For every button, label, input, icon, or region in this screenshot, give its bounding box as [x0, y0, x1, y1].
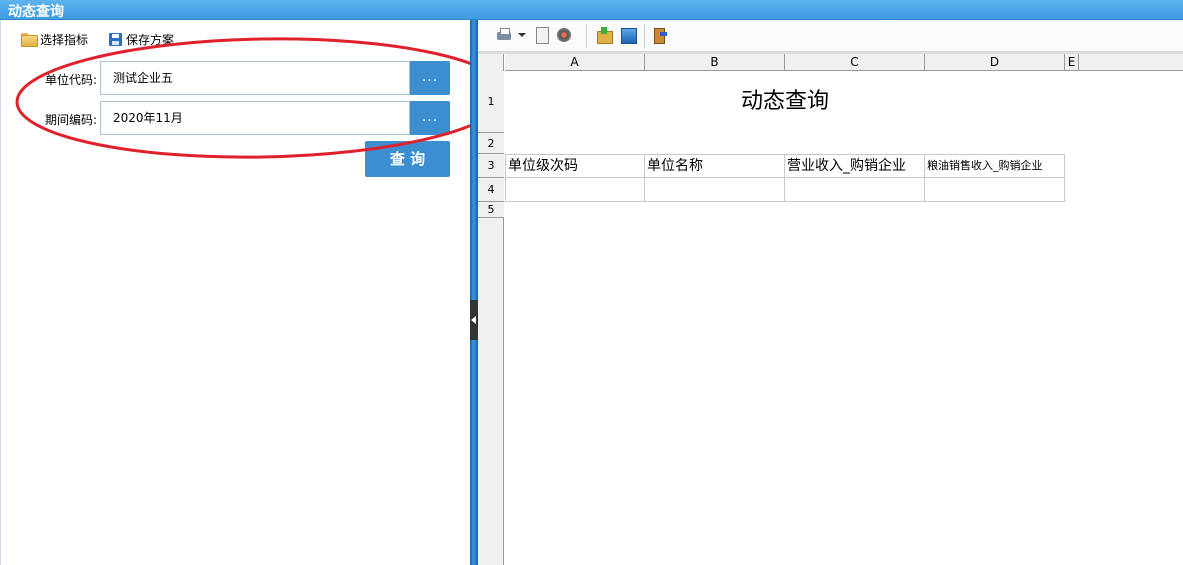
- window-titlebar: 动态查询: [0, 0, 1183, 20]
- data-cell-b4[interactable]: [645, 178, 785, 202]
- column-header-a[interactable]: A: [505, 54, 645, 71]
- column-header-row: A B C D E: [505, 54, 1183, 71]
- exit-icon[interactable]: [652, 27, 668, 44]
- folder-icon: [21, 33, 38, 47]
- toolbar-separator: [586, 24, 587, 48]
- disc-icon[interactable]: [556, 27, 572, 43]
- query-button[interactable]: 查 询: [365, 141, 450, 177]
- header-cell-c3[interactable]: 营业收入_购销企业: [785, 154, 925, 178]
- column-header-e[interactable]: E: [1065, 54, 1079, 71]
- print-dropdown-icon[interactable]: [518, 27, 526, 43]
- spreadsheet[interactable]: A B C D E 1 2 3 4 5 动态查询 单位级次码 单位名称 营业收入…: [478, 52, 1183, 565]
- row-header-3[interactable]: 3: [478, 154, 504, 178]
- row-header-5[interactable]: 5: [478, 202, 504, 218]
- select-indicator-button[interactable]: 选择指标: [21, 30, 88, 48]
- unit-code-field[interactable]: 测试企业五: [100, 61, 410, 95]
- save-icon: [109, 32, 122, 46]
- export-icon[interactable]: [596, 27, 613, 44]
- column-header-c[interactable]: C: [785, 54, 925, 71]
- select-indicator-label: 选择指标: [40, 32, 89, 47]
- period-code-label: 期间编码:: [45, 113, 98, 127]
- panel-splitter[interactable]: [470, 20, 478, 565]
- save-scheme-label: 保存方案: [126, 32, 175, 47]
- printer-icon[interactable]: [496, 27, 512, 43]
- report-panel: A B C D E 1 2 3 4 5 动态查询 单位级次码 单位名称 营业收入…: [478, 20, 1183, 565]
- report-title: 动态查询: [740, 89, 829, 114]
- column-header-d[interactable]: D: [925, 54, 1065, 71]
- data-cell-a4[interactable]: [505, 178, 645, 202]
- save-scheme-button[interactable]: 保存方案: [109, 30, 174, 48]
- toolbar-separator: [644, 24, 645, 48]
- row-header-2[interactable]: 2: [478, 133, 504, 154]
- report-toolbar: [478, 20, 1183, 52]
- query-condition-panel: 选择指标 保存方案 单位代码: 测试企业五 ... 期间编码: 2020年11月…: [0, 20, 470, 565]
- unit-code-row: 单位代码: 测试企业五 ...: [1, 61, 461, 95]
- row-header-4[interactable]: 4: [478, 178, 504, 202]
- period-code-picker-button[interactable]: ...: [410, 101, 450, 135]
- window-title: 动态查询: [8, 4, 64, 20]
- header-cell-d3[interactable]: 粮油销售收入_购销企业: [925, 154, 1065, 178]
- period-code-field[interactable]: 2020年11月: [100, 101, 410, 135]
- image-icon[interactable]: [620, 27, 637, 44]
- header-cell-b3[interactable]: 单位名称: [645, 154, 785, 178]
- data-cell-d4[interactable]: [925, 178, 1065, 202]
- row-header-1[interactable]: 1: [478, 71, 504, 133]
- page-setup-icon[interactable]: [534, 27, 550, 44]
- period-code-row: 期间编码: 2020年11月 ...: [1, 101, 461, 135]
- left-toolbar: 选择指标 保存方案: [1, 28, 461, 50]
- header-cell-a3[interactable]: 单位级次码: [505, 154, 645, 178]
- unit-code-picker-button[interactable]: ...: [410, 61, 450, 95]
- collapse-arrow-icon[interactable]: [470, 300, 478, 340]
- data-cell-c4[interactable]: [785, 178, 925, 202]
- unit-code-label: 单位代码:: [45, 73, 98, 87]
- column-header-b[interactable]: B: [645, 54, 785, 71]
